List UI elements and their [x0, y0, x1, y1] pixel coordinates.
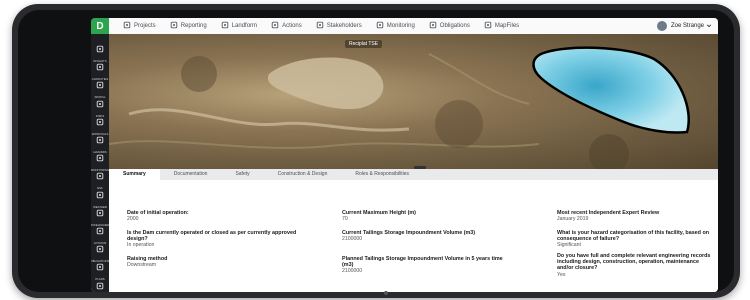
mapfiles-icon [484, 21, 495, 31]
actions-icon [96, 222, 104, 240]
field-value: 2000 [127, 216, 139, 223]
nav-item-mapfiles[interactable]: MapFiles [484, 21, 519, 31]
nav-item-stakeholders[interactable]: Stakeholders [316, 21, 362, 31]
stakeholders-icon [316, 21, 327, 31]
nav-item-obligations[interactable]: Obligations [429, 21, 470, 31]
capacities-icon [96, 58, 104, 76]
nav-item-landform[interactable]: Landform [221, 21, 257, 31]
nav-item-label: Monitoring [386, 23, 415, 29]
field-value: 2100000 [342, 236, 363, 243]
nav-item-projects[interactable]: Projects [123, 21, 156, 31]
reporting-icon [170, 21, 181, 31]
landform-icon [96, 277, 104, 292]
nav-item-label: Stakeholders [326, 23, 362, 29]
field-current-volume: Current Tailings Storage Impoundment Vol… [342, 230, 512, 242]
nav-item-label: Projects [134, 23, 156, 29]
tab-safety[interactable]: Safety [221, 169, 263, 180]
detail-tabs: Summary Documentation Safety Construction &… [109, 169, 718, 180]
user-name: Zoe Strange [670, 23, 704, 29]
tab-roles-responsibilities[interactable]: Roles & Responsibilities [341, 169, 423, 180]
sidebar-item-landform[interactable]: Landform [91, 277, 109, 292]
approvals-icon [96, 113, 104, 131]
tablet-bezel: D Insights Capacities Spatial Risks Approval… [18, 10, 734, 292]
field-value: 70 [342, 216, 348, 223]
monitoring-icon [376, 21, 387, 31]
projects-icon [123, 21, 134, 31]
user-menu[interactable]: Zoe Strange [656, 21, 712, 31]
nav-item-label: Reporting [180, 23, 207, 29]
tailings-dam-polygon[interactable] [109, 34, 718, 169]
field-label: What is your hazard categorisation of th… [557, 230, 710, 243]
field-value: 2100000 [342, 268, 363, 275]
risks-icon [96, 95, 104, 113]
field-value: January 2019 [557, 216, 589, 223]
field-label: Do you have full and complete relevant e… [557, 253, 711, 272]
obligations-icon [429, 21, 440, 31]
field-label: Planned Tailings Storage Impoundment Vol… [342, 256, 503, 269]
field-value: Significant [557, 242, 581, 249]
nav-item-label: Actions [282, 23, 302, 29]
device-indicator [384, 291, 388, 295]
avatar [656, 21, 667, 31]
field-expert-review: Most recent Independent Expert Review Ja… [557, 210, 712, 222]
nav-item-label: Landform [231, 23, 258, 29]
plans-icon [96, 258, 104, 276]
spatial-icon [96, 76, 104, 94]
app-screen: D Insights Capacities Spatial Risks Approval… [91, 18, 718, 292]
insights-icon [96, 40, 104, 58]
satellite-map[interactable]: Reciplat TSE [109, 34, 718, 169]
summary-panel: Date of initial operation: 2000 Is the D… [109, 180, 718, 292]
tab-summary[interactable]: Summary [109, 169, 160, 180]
nav-item-label: MapFiles [494, 23, 520, 29]
tab-construction-design[interactable]: Construction & Design [264, 169, 342, 180]
nav-item-reporting[interactable]: Reporting [170, 21, 207, 31]
field-value: In operation [127, 242, 155, 249]
tablet-device: D Insights Capacities Spatial Risks Approval… [12, 4, 740, 298]
field-planned-volume: Planned Tailings Storage Impoundment Vol… [342, 256, 512, 275]
weather-icon [96, 186, 104, 204]
stakeholders-icon [96, 204, 104, 222]
top-navigation: Projects Reporting Landform Actions Stakehol… [109, 18, 718, 35]
sidebar: D Insights Capacities Spatial Risks Approval… [91, 18, 111, 292]
field-hazard-category: What is your hazard categorisation of th… [557, 230, 712, 249]
tab-documentation[interactable]: Documentation [160, 169, 222, 180]
nav-item-label: Obligations [439, 23, 470, 29]
field-max-height: Current Maximum Height (m) 70 [342, 210, 512, 222]
field-value: Downstream [127, 262, 157, 269]
esf-icon [96, 167, 104, 185]
field-value: Yes [557, 271, 566, 278]
hazards-icon [96, 131, 104, 149]
monitoring-icon [96, 149, 104, 167]
field-initial-operation: Date of initial operation: 2000 [127, 210, 297, 222]
obligations-icon [96, 240, 104, 258]
landform-icon [221, 21, 232, 31]
chevron-down-icon [706, 24, 712, 28]
field-label: Is the Dam currently operated or closed … [127, 230, 297, 243]
actions-icon [271, 21, 282, 31]
field-dam-operated: Is the Dam currently operated or closed … [127, 230, 297, 249]
map-overlay-label: Reciplat TSE [345, 40, 383, 48]
nav-item-monitoring[interactable]: Monitoring [376, 21, 415, 31]
app-logo[interactable]: D [91, 18, 109, 34]
nav-item-actions[interactable]: Actions [271, 21, 302, 31]
field-raising-method: Raising method Downstream [127, 256, 297, 268]
field-engineering-records: Do you have full and complete relevant e… [557, 253, 712, 278]
